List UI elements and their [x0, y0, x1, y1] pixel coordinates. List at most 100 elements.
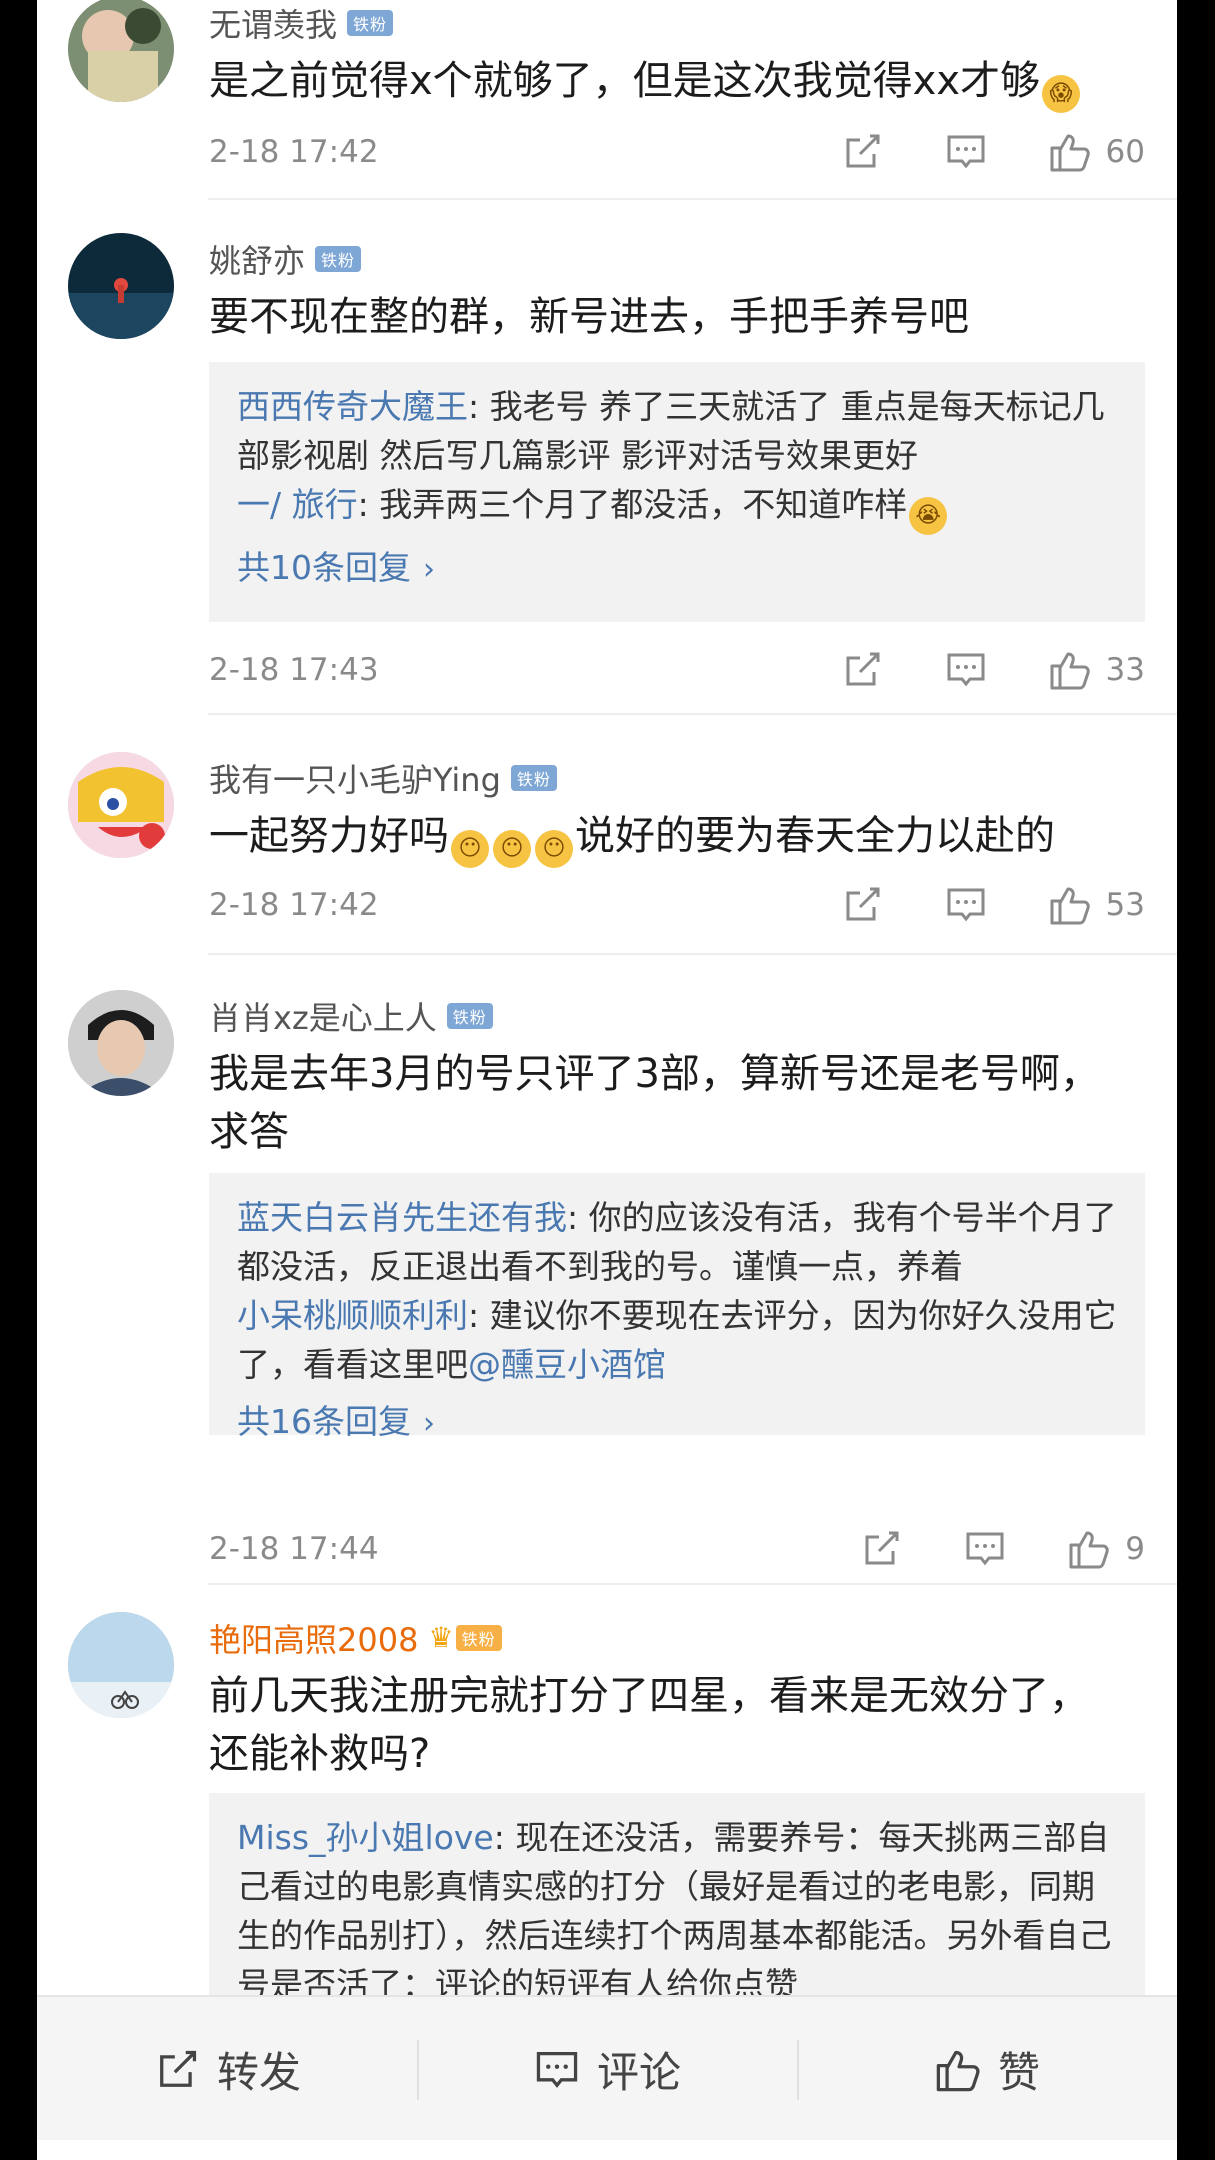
reply-button[interactable]	[944, 648, 988, 692]
fan-badge: 铁粉	[446, 1003, 493, 1029]
username[interactable]: 艳阳高照2008 ♛ 铁粉	[209, 1615, 502, 1661]
like-icon	[1050, 134, 1090, 172]
like-icon	[1050, 652, 1090, 690]
comment-feed: 无谓羡我 铁粉 是之前觉得x个就够了，但是这次我觉得xx才够 😱 2-18 17:…	[37, 0, 1177, 2160]
fan-badge: 铁粉	[455, 1625, 502, 1651]
more-replies-label: 共16条回复	[237, 1402, 411, 1441]
comment-text: 是之前觉得x个就够了，但是这次我觉得xx才够 😱	[209, 52, 1127, 113]
like-label: 赞	[997, 2048, 1040, 2097]
reply-preview-box[interactable]: 西西传奇大魔王: 我老号 养了三天就活了 重点是每天标记几部影视剧 然后写几篇影…	[209, 362, 1145, 622]
reply-button[interactable]	[944, 130, 988, 174]
reply-item: 蓝天白云肖先生还有我: 你的应该没有活，我有个号半个月了都没活，反正退出看不到我…	[237, 1193, 1117, 1291]
comment-item: 无谓羡我 铁粉 是之前觉得x个就够了，但是这次我觉得xx才够 😱 2-18 17:…	[37, 0, 1177, 200]
mention-link[interactable]: @醺豆小酒馆	[468, 1345, 666, 1384]
comment-actions: 53	[840, 883, 1145, 927]
like-button[interactable]: 60	[1048, 130, 1145, 174]
avatar[interactable]	[68, 0, 174, 102]
fan-badge: 铁粉	[315, 246, 362, 272]
reply-sep: :	[567, 1198, 589, 1237]
username-text: 肖肖xz是心上人	[209, 999, 437, 1037]
fan-badge: 铁粉	[510, 765, 557, 791]
reply-username[interactable]: 一∕ 旅行	[237, 485, 358, 524]
scared-emoji-icon: 😱	[1042, 75, 1081, 113]
repost-button[interactable]: 转发	[37, 2035, 417, 2105]
comment-text-part: 一起努力好吗	[209, 813, 449, 859]
comment-meta: 2-18 17:44 9	[209, 1527, 1145, 1571]
username-text: 艳阳高照2008	[209, 1621, 419, 1659]
like-icon	[1050, 887, 1090, 925]
username-text: 我有一只小毛驴Ying	[209, 761, 501, 799]
reply-button[interactable]	[944, 883, 988, 927]
share-icon	[846, 134, 880, 168]
comment-text: 我是去年3月的号只评了3部，算新号还是老号啊，求答	[209, 1051, 1100, 1155]
share-icon	[865, 1531, 899, 1565]
comment-icon	[966, 1532, 1004, 1566]
reply-username[interactable]: 小呆桃顺顺利利	[237, 1296, 468, 1335]
like-button[interactable]: 9	[1067, 1527, 1145, 1571]
avatar[interactable]	[68, 233, 174, 339]
comment-actions: 9	[859, 1527, 1145, 1571]
like-count: 53	[1105, 887, 1145, 923]
reply-sep: :	[493, 1818, 516, 1857]
like-button[interactable]: 53	[1048, 883, 1145, 927]
reply-preview-box[interactable]: 蓝天白云肖先生还有我: 你的应该没有活，我有个号半个月了都没活，反正退出看不到我…	[209, 1173, 1145, 1441]
comment-text: 前几天我注册完就打分了四星，看来是无效分了，还能补救吗?	[209, 1673, 1089, 1777]
like-icon	[936, 2050, 980, 2091]
view-more-replies-link[interactable]: 共10条回复 ›	[237, 543, 1117, 594]
like-post-button[interactable]: 赞	[797, 2035, 1177, 2105]
username[interactable]: 肖肖xz是心上人 铁粉	[209, 993, 493, 1039]
bottom-action-bar: 转发 评论 赞	[37, 1995, 1177, 2142]
comment-item: 艳阳高照2008 ♛ 铁粉 前几天我注册完就打分了四星，看来是无效分了，还能补救…	[37, 1585, 1177, 2053]
more-replies-label: 共10条回复	[237, 548, 411, 587]
like-icon	[1069, 1531, 1110, 1569]
username[interactable]: 无谓羡我 铁粉	[209, 0, 394, 46]
fan-badge: 铁粉	[347, 10, 394, 36]
share-icon	[160, 2050, 197, 2087]
like-count: 9	[1125, 1531, 1145, 1567]
view-more-replies-link[interactable]: 共16条回复 ›	[237, 1397, 1117, 1448]
avatar[interactable]	[68, 1612, 174, 1718]
username[interactable]: 我有一只小毛驴Ying 铁粉	[209, 755, 557, 801]
comment-actions: 60	[840, 130, 1145, 174]
comment-item: 我有一只小毛驴Ying 铁粉 一起努力好吗 😶 😶 😶 说好的要为春天全力以赴的 2-1…	[37, 715, 1177, 955]
bottom-strip	[37, 2140, 1177, 2160]
crying-emoji-icon: 😭	[909, 497, 948, 535]
timestamp: 2-18 17:42	[209, 134, 379, 170]
share-button[interactable]	[840, 648, 884, 692]
comment-meta: 2-18 17:43 33	[209, 648, 1145, 692]
comment-icon	[536, 2051, 578, 2088]
reply-item: 西西传奇大魔王: 我老号 养了三天就活了 重点是每天标记几部影视剧 然后写几篇影…	[237, 382, 1117, 480]
avatar[interactable]	[68, 990, 174, 1096]
share-icon	[846, 887, 880, 921]
username-text: 无谓羡我	[209, 6, 338, 44]
avatar[interactable]	[68, 752, 174, 858]
comment-meta: 2-18 17:42 53	[209, 883, 1145, 927]
sad-emoji-icon: 😶	[493, 830, 531, 868]
chevron-right-icon: ›	[423, 552, 435, 587]
comment-text-content: 是之前觉得x个就够了，但是这次我觉得xx才够	[209, 58, 1041, 104]
like-button[interactable]: 33	[1048, 648, 1145, 692]
share-button[interactable]	[840, 130, 884, 174]
username-text: 姚舒亦	[209, 242, 306, 280]
reply-text: 我弄两三个月了都没活，不知道咋样	[379, 485, 908, 524]
timestamp: 2-18 17:42	[209, 887, 379, 923]
reply-item: 小呆桃顺顺利利: 建议你不要现在去评分，因为你好久没用它了，看看这里吧@醺豆小酒…	[237, 1291, 1117, 1389]
reply-username[interactable]: 西西传奇大魔王	[237, 387, 468, 426]
reply-item: 一∕ 旅行: 我弄两三个月了都没活，不知道咋样 😭	[237, 480, 1117, 535]
comment-button[interactable]: 评论	[417, 2035, 797, 2105]
comment-text: 一起努力好吗 😶 😶 😶 说好的要为春天全力以赴的	[209, 807, 1127, 868]
comment-label: 评论	[596, 2048, 681, 2097]
reply-username[interactable]: Miss_孙小姐love	[237, 1818, 494, 1857]
repost-label: 转发	[216, 2048, 301, 2097]
username[interactable]: 姚舒亦 铁粉	[209, 236, 362, 282]
reply-username[interactable]: 蓝天白云肖先生还有我	[237, 1198, 567, 1237]
share-button[interactable]	[859, 1527, 903, 1571]
reply-sep: :	[357, 485, 380, 524]
crown-icon: ♛	[428, 1621, 454, 1654]
comment-text-part: 说好的要为春天全力以赴的	[575, 813, 1055, 859]
share-button[interactable]	[840, 883, 884, 927]
timestamp: 2-18 17:43	[209, 652, 379, 688]
comment-icon	[947, 653, 985, 687]
comment-meta: 2-18 17:42 60	[209, 130, 1145, 174]
reply-button[interactable]	[963, 1527, 1007, 1571]
